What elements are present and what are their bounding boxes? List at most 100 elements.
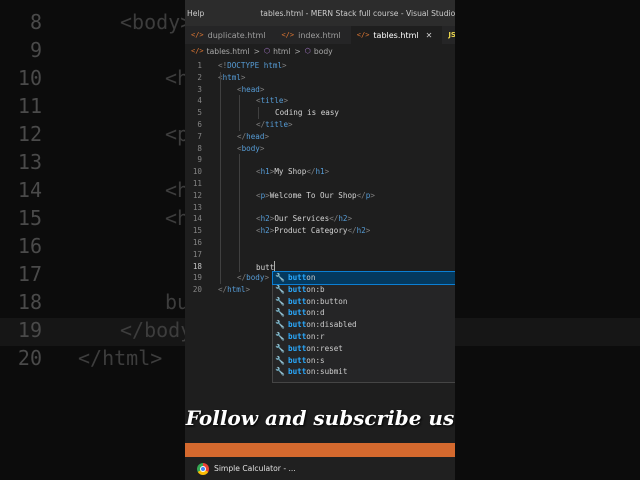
line-number: 10 <box>192 167 202 177</box>
code-token: > <box>324 167 330 177</box>
html-file-icon: </> <box>191 31 204 39</box>
line-number: 1 <box>197 61 202 70</box>
suggestion-match: butt <box>288 296 307 306</box>
background-line-number: 15 <box>17 206 42 230</box>
line-number: 17 <box>192 249 202 259</box>
suggestion-item[interactable]: 🔧 butt on:r <box>273 331 455 343</box>
html-file-icon: </> <box>281 31 295 39</box>
suggestion-item[interactable]: 🔧 butt on:b <box>273 284 455 296</box>
suggestion-rest: on:reset <box>306 343 343 353</box>
background-line-number: 17 <box>17 262 42 286</box>
code-token: </ <box>218 285 228 295</box>
code-token: > <box>283 96 289 106</box>
code-token: </ <box>256 120 266 129</box>
code-token: h2 <box>260 214 270 224</box>
tab-index-html[interactable]: </> index.html <box>275 26 350 44</box>
suggestion-item[interactable]: 🔧 butt on:d <box>273 307 455 319</box>
breadcrumb-body[interactable]: body <box>314 47 333 56</box>
code-line: </title> <box>256 119 293 131</box>
suggestion-rest: on:disabled <box>306 320 357 330</box>
line-number: 4 <box>197 96 202 106</box>
background-code-line: 9 <box>0 36 42 64</box>
suggestion-match: butt <box>288 273 307 282</box>
line-number: 5 <box>197 108 202 118</box>
suggestion-item[interactable]: 🔧 butt on:reset <box>273 343 455 355</box>
breadcrumb-separator: > <box>253 46 260 56</box>
code-token: h2 <box>260 226 270 236</box>
suggestion-match: butt <box>288 284 307 294</box>
code-token: h1 <box>315 167 325 177</box>
background-code-line: 12 <p <box>0 120 189 148</box>
code-token: > <box>282 61 287 70</box>
code-line: <head> <box>237 84 264 96</box>
background-code-line: 8 <body> <box>0 8 192 36</box>
html-file-icon: </> <box>356 31 370 39</box>
code-token: html <box>263 61 283 70</box>
breadcrumb: </> tables.html > ⬡ html > ⬡ body <box>185 44 455 58</box>
code-token: My Shop <box>274 167 307 177</box>
line-number: 7 <box>197 131 202 141</box>
code-token: h2 <box>338 214 348 224</box>
orange-bar <box>185 443 455 457</box>
code-token: > <box>259 84 265 94</box>
taskbar-chrome-item[interactable]: Simple Calculator - ... <box>197 462 296 475</box>
background-line-number: 11 <box>17 94 42 118</box>
background-code-line: 15 <h <box>0 204 189 232</box>
wrench-icon: 🔧 <box>275 320 285 330</box>
code-token: </ <box>356 190 366 200</box>
menu-help[interactable]: Help <box>185 9 208 18</box>
breadcrumb-html[interactable]: html <box>273 47 290 56</box>
background-line-number: 19 <box>17 318 42 342</box>
code-token: </ <box>329 214 339 224</box>
code-token: > <box>370 190 375 200</box>
suggestion-rest: on:b <box>306 284 325 294</box>
line-number: 6 <box>197 120 202 129</box>
background-line-number: 13 <box>17 150 42 174</box>
suggestion-item[interactable]: 🔧 butt on:disabled <box>273 319 455 331</box>
code-token: DOCTYPE <box>227 61 264 70</box>
background-code-text: <body> <box>120 10 193 34</box>
breadcrumb-file[interactable]: tables.html <box>207 47 250 56</box>
suggestion-match: butt <box>288 355 307 365</box>
code-line: <html> <box>218 72 245 84</box>
line-number: 14 <box>192 214 202 224</box>
indent-guide <box>239 154 240 273</box>
tab-duplicate-html[interactable]: </> duplicate.html <box>185 26 275 44</box>
line-number: 16 <box>192 238 202 247</box>
suggestion-rest: on:s <box>306 355 325 365</box>
suggestion-item[interactable]: 🔧 butt on:s <box>273 355 455 367</box>
line-number: 19 <box>192 273 202 283</box>
taskbar-item-label: Simple Calculator - ... <box>214 464 296 473</box>
background-line-number: 10 <box>17 66 42 90</box>
editor-tabs: </> duplicate.html </> index.html </> tables.… <box>185 26 455 44</box>
code-token: html <box>222 72 241 82</box>
code-line: <h2>Our Services</h2> <box>256 213 352 225</box>
background-code-line: 11 <box>0 92 42 120</box>
tab-label: index.html <box>298 30 341 40</box>
wrench-icon: 🔧 <box>275 331 285 341</box>
close-icon[interactable]: ✕ <box>426 31 433 40</box>
code-editor[interactable]: 1 <!DOCTYPE html> 2 <html> 3 <head> 4 <title> 5 C… <box>185 58 455 298</box>
suggestion-item[interactable]: 🔧 butt on:submit <box>273 366 455 378</box>
suggestion-match: butt <box>288 308 307 318</box>
autocomplete-suggestions[interactable]: 🔧 butt on 🔧 butt on:b 🔧 butt on:button 🔧 butt on:d 🔧… <box>272 271 455 383</box>
wrench-icon: 🔧 <box>275 343 285 353</box>
tab-tables-html[interactable]: </> tables.html ✕ <box>350 26 443 44</box>
code-line: </head> <box>237 131 269 143</box>
background-code-line: 16 <box>0 232 42 260</box>
title-bar: Help tables.html - MERN Stack full cours… <box>185 0 455 26</box>
tab-closu[interactable]: JSclosu <box>442 26 455 44</box>
line-number: 15 <box>192 226 202 236</box>
suggestion-item[interactable]: 🔧 butt on <box>272 271 455 285</box>
chrome-icon <box>197 462 209 475</box>
background-line-number: 12 <box>17 122 42 146</box>
code-token: > <box>245 285 251 295</box>
code-token: <! <box>218 61 228 70</box>
background-line-number: 20 <box>17 346 42 370</box>
background-code-line: 14 <h <box>0 176 189 204</box>
background-code-line: 20 </html> <box>0 344 162 372</box>
line-number: 18 <box>192 261 202 271</box>
code-line: <title> <box>256 95 288 107</box>
code-token: body <box>241 143 260 153</box>
suggestion-item[interactable]: 🔧 butt on:button <box>273 296 455 308</box>
